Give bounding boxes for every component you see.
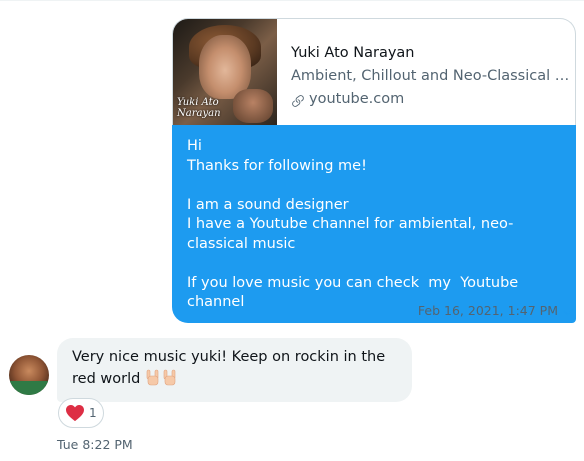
incoming-timestamp: Tue 8:22 PM xyxy=(57,437,133,452)
top-divider xyxy=(0,0,584,1)
link-icon xyxy=(291,93,305,107)
link-preview-card[interactable]: Yuki Ato Narayan Yuki Ato Narayan Ambien… xyxy=(172,18,576,125)
link-card-description: Ambient, Chillout and Neo-Classical mu..… xyxy=(291,68,573,84)
heart-icon xyxy=(65,404,85,422)
dm-conversation: Yuki Ato Narayan Yuki Ato Narayan Ambien… xyxy=(0,0,584,461)
outgoing-line: Hi xyxy=(187,138,202,154)
link-thumbnail: Yuki Ato Narayan xyxy=(173,19,277,125)
outgoing-timestamp-row: Feb 16, 2021, 1:47 PM xyxy=(418,303,576,318)
check-icon xyxy=(562,304,576,318)
incoming-message-text: Very nice music yuki! Keep on rockin in … xyxy=(72,349,386,387)
outgoing-message-bubble[interactable]: Hi Thanks for following me! I am a sound… xyxy=(172,125,576,323)
outgoing-line: I am a sound designer xyxy=(187,196,349,213)
outgoing-line: Thanks for following me! xyxy=(187,157,367,174)
outgoing-line xyxy=(187,176,561,196)
outgoing-timestamp: Feb 16, 2021, 1:47 PM xyxy=(417,303,558,318)
link-card-title: Yuki Ato Narayan xyxy=(291,45,415,61)
outgoing-line xyxy=(187,254,561,274)
outgoing-message: Yuki Ato Narayan Yuki Ato Narayan Ambien… xyxy=(172,18,576,323)
outgoing-line: I have a Youtube channel for ambiental, … xyxy=(187,216,514,252)
link-card-text: Yuki Ato Narayan Ambient, Chillout and N… xyxy=(277,19,575,125)
incoming-message-bubble[interactable]: Very nice music yuki! Keep on rockin in … xyxy=(57,338,412,402)
link-domain-text: youtube.com xyxy=(309,91,405,107)
heart-reaction[interactable]: 1 xyxy=(58,398,104,428)
sender-avatar[interactable] xyxy=(9,355,49,395)
link-card-domain-row: youtube.com xyxy=(291,88,575,111)
thumbnail-signature: Yuki Ato Narayan xyxy=(177,97,221,119)
reaction-count: 1 xyxy=(89,406,97,420)
rock-on-emoji xyxy=(145,368,179,393)
